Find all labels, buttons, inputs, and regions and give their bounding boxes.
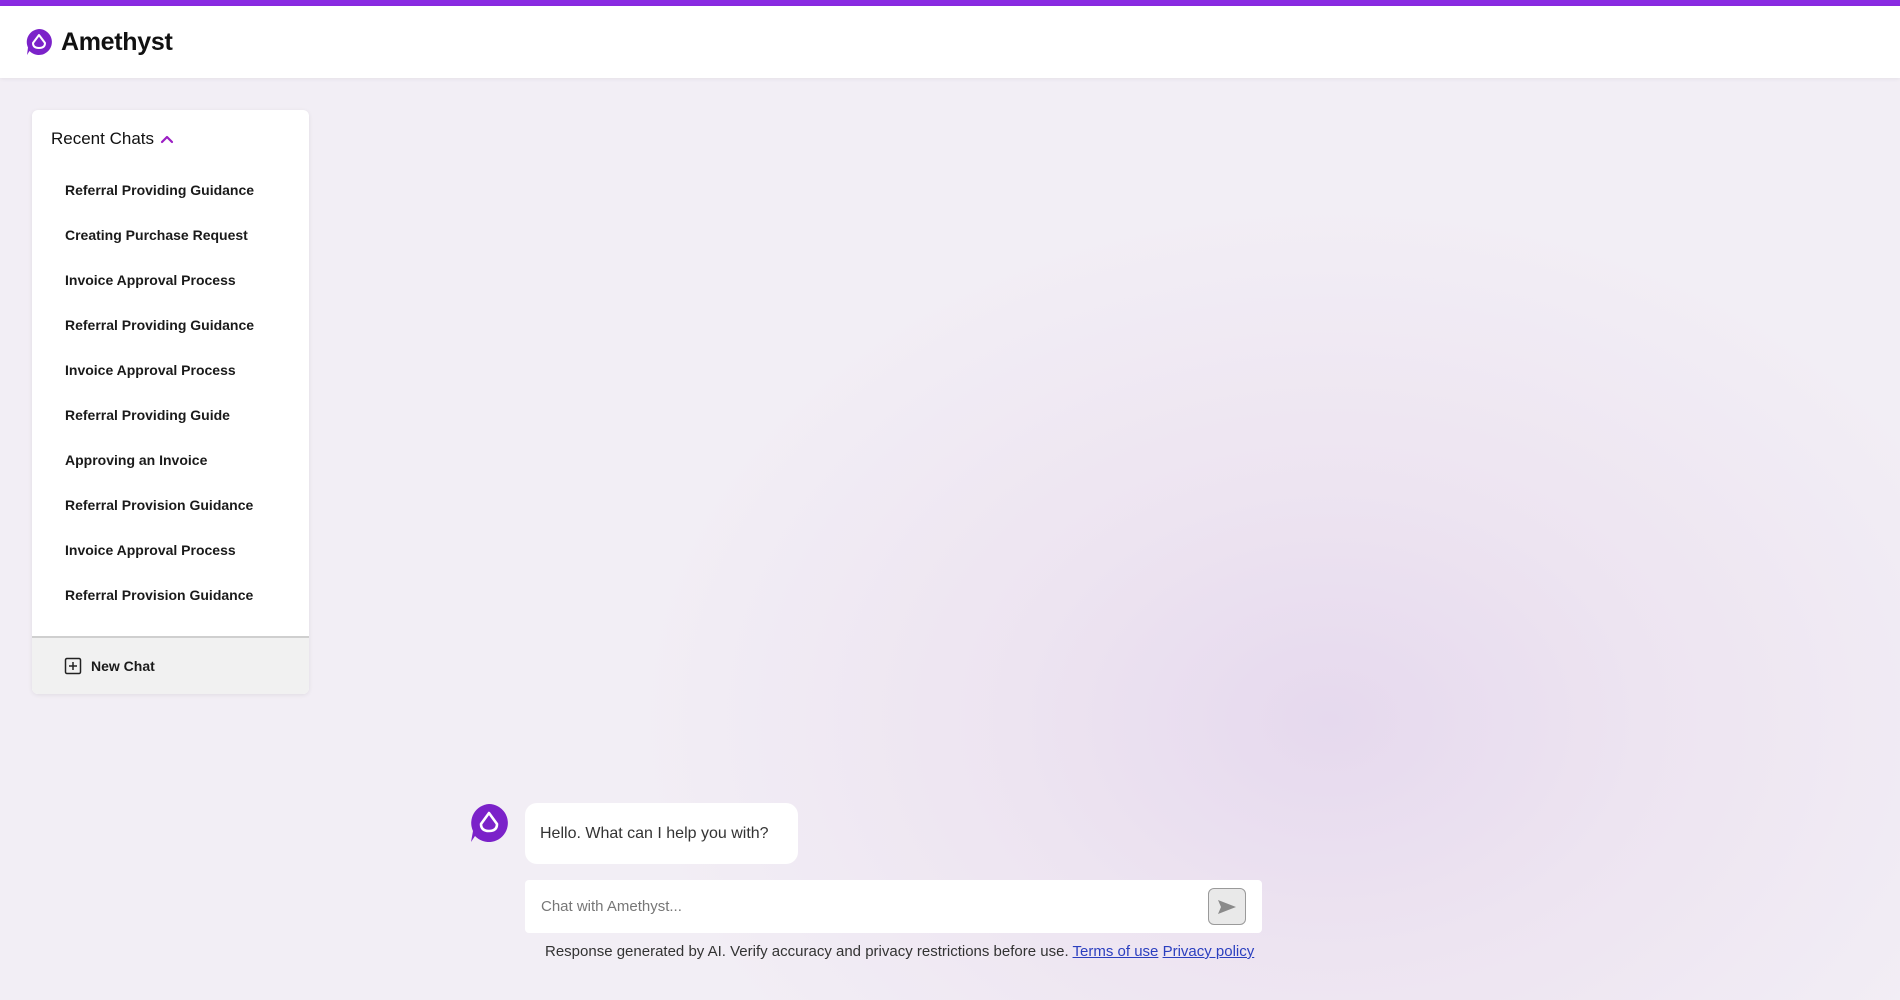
ai-disclaimer: Response generated by AI. Verify accurac…: [545, 943, 1265, 960]
terms-of-use-link[interactable]: Terms of use: [1073, 943, 1159, 960]
privacy-policy-link[interactable]: Privacy policy: [1163, 943, 1255, 960]
recent-chat-item[interactable]: Invoice Approval Process: [32, 528, 282, 573]
recent-chats-list: Referral Providing Guidance Creating Pur…: [32, 166, 309, 618]
recent-chat-item[interactable]: Approving an Invoice: [32, 438, 282, 483]
new-chat-label: New Chat: [91, 658, 155, 674]
recent-chat-item[interactable]: Referral Provision Guidance: [32, 573, 282, 618]
new-chat-button[interactable]: New Chat: [32, 636, 309, 694]
chevron-up-icon[interactable]: [160, 134, 174, 144]
assistant-avatar-icon: [471, 804, 508, 842]
recent-chat-item[interactable]: Referral Providing Guidance: [32, 168, 282, 213]
chat-input[interactable]: [541, 880, 1181, 933]
app-header: Amethyst: [0, 6, 1900, 78]
app-name: Amethyst: [61, 27, 173, 56]
send-button[interactable]: [1208, 888, 1246, 925]
assistant-message-bubble: Hello. What can I help you with?: [525, 803, 798, 864]
plus-square-icon: [64, 657, 82, 675]
recent-chat-item[interactable]: Referral Providing Guide: [32, 393, 282, 438]
chat-composer: [525, 880, 1262, 933]
recent-chat-item[interactable]: Referral Provision Guidance: [32, 483, 282, 528]
send-icon: [1218, 899, 1236, 914]
recent-chats-header[interactable]: Recent Chats: [32, 110, 309, 166]
disclaimer-text: Response generated by AI. Verify accurac…: [545, 943, 1069, 960]
amethyst-logo-icon: [26, 29, 52, 55]
recent-chat-item[interactable]: Referral Providing Guidance: [32, 303, 282, 348]
recent-chat-item[interactable]: Creating Purchase Request: [32, 213, 282, 258]
recent-chats-panel: Recent Chats Referral Providing Guidance…: [32, 110, 309, 694]
recent-chat-item[interactable]: Invoice Approval Process: [32, 348, 282, 393]
recent-chats-title: Recent Chats: [51, 129, 154, 148]
recent-chat-item[interactable]: Invoice Approval Process: [32, 258, 282, 303]
